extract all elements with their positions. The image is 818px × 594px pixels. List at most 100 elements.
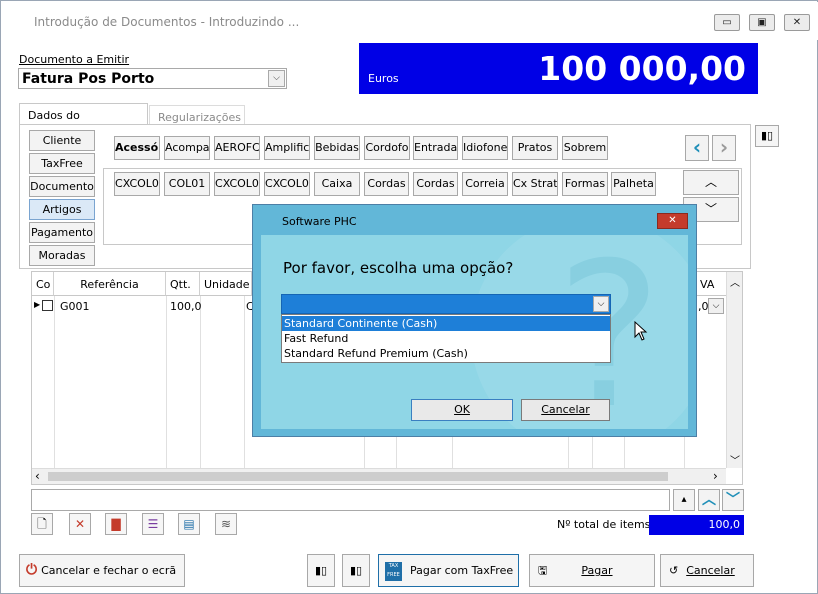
articles-scroll-up[interactable]: ︿	[683, 170, 739, 195]
category-acompanhamentos[interactable]: Acompa	[164, 136, 210, 160]
new-line-button[interactable]: 🗋	[31, 513, 53, 535]
items-total-value: 100,0	[649, 515, 744, 535]
cell-iva[interactable]: ,0	[698, 300, 709, 313]
total-amount: 100 000,00	[538, 49, 746, 88]
list-item[interactable]: Standard Continente (Cash)	[282, 316, 610, 331]
minimize-icon: ▭	[722, 17, 732, 28]
grid-line	[54, 296, 55, 468]
category-bebidas[interactable]: Bebidas	[314, 136, 360, 160]
article-correia[interactable]: Correia	[462, 172, 508, 196]
close-icon: ✕	[792, 17, 802, 28]
iva-dropdown-arrow[interactable]: ⌵	[708, 298, 724, 314]
list-item[interactable]: Fast Refund	[282, 331, 610, 346]
close-button[interactable]: ✕	[784, 14, 810, 31]
dialog-ok-button[interactable]: OK	[411, 399, 513, 421]
delete-all-button[interactable]: ▇	[105, 513, 127, 535]
category-acessorios[interactable]: Acessór	[114, 136, 160, 160]
cell-referencia[interactable]: G001	[60, 300, 90, 313]
category-amplificadores[interactable]: Amplific	[264, 136, 310, 160]
option-select[interactable]: ⌵	[281, 294, 611, 314]
list-button[interactable]: ☰	[142, 513, 164, 535]
article-cxcol-3[interactable]: CXCOL0	[264, 172, 310, 196]
line-notes-input[interactable]	[31, 489, 670, 511]
barcode-icon: ▮▯	[314, 564, 328, 577]
currency-label: Euros	[368, 72, 399, 85]
cliente-button[interactable]: Cliente	[29, 130, 95, 151]
title-bar: Introdução de Documentos - Introduzindo …	[2, 2, 818, 40]
barcode-button-1[interactable]: ▮▯	[307, 554, 335, 587]
article-cxcol-2[interactable]: CXCOL0	[214, 172, 260, 196]
article-palheta[interactable]: Palheta	[611, 172, 656, 196]
category-entradas[interactable]: Entrada	[413, 136, 458, 160]
pay-taxfree-button[interactable]: TAX FREE Pagar com TaxFree	[378, 554, 519, 587]
article-cxcol-1[interactable]: CXCOL0	[114, 172, 160, 196]
small-up-button[interactable]: ▴	[673, 489, 695, 511]
close-icon: ✕	[668, 215, 677, 226]
article-formas[interactable]: Formas	[562, 172, 608, 196]
minimize-button[interactable]: ▭	[714, 14, 740, 31]
maximize-button[interactable]: ▣	[749, 14, 775, 31]
grid-hscrollbar[interactable]: ‹ ›	[32, 468, 726, 484]
chevron-right-icon: ›	[719, 135, 729, 159]
article-cx-strat[interactable]: Cx Strat	[512, 172, 558, 196]
coins-icon: ≋	[220, 517, 232, 531]
barcode-button-2[interactable]: ▮▯	[342, 554, 370, 587]
coins-button[interactable]: ≋	[215, 513, 237, 535]
tab-dados-documento[interactable]: Dados do Documento	[19, 103, 148, 135]
article-cordas-2[interactable]: Cordas	[413, 172, 458, 196]
article-col01[interactable]: COL01	[164, 172, 210, 196]
chevron-down-icon: ﹀	[726, 492, 740, 508]
chevron-down-icon[interactable]: ⌵	[268, 70, 285, 87]
chevron-up-icon: ︿	[704, 175, 717, 189]
scroll-left-icon[interactable]: ‹	[35, 469, 40, 483]
cancel-button[interactable]: ↺ Cancelar	[660, 554, 754, 587]
scroll-up-icon[interactable]: ︿	[730, 274, 740, 289]
chevron-down-icon[interactable]: ⌵	[593, 296, 609, 312]
pay-button[interactable]: 🖫 Pagar	[529, 554, 655, 587]
total-panel: Euros 100 000,00	[359, 43, 758, 94]
row-pointer-icon: ▶	[34, 300, 41, 309]
category-aerofones[interactable]: AEROFC	[214, 136, 260, 160]
prev-page-button[interactable]: ‹	[685, 135, 709, 161]
category-pratos[interactable]: Pratos	[512, 136, 558, 160]
artigos-button[interactable]: Artigos	[29, 199, 95, 220]
col-header-qtt[interactable]: Qtt.	[166, 272, 200, 296]
scroll-down-icon[interactable]: ﹀	[730, 452, 740, 467]
row-checkbox[interactable]	[42, 300, 53, 311]
list-item[interactable]: Standard Refund Premium (Cash)	[282, 346, 610, 361]
col-header-co[interactable]: Co	[32, 272, 54, 296]
col-header-iva[interactable]: VA	[696, 272, 726, 296]
pagamento-button[interactable]: Pagamento	[29, 222, 95, 243]
col-header-unidade[interactable]: Unidade	[200, 272, 252, 296]
maximize-icon: ▣	[757, 17, 767, 28]
category-idiofones[interactable]: Idiofone	[462, 136, 508, 160]
tab-regularizacoes[interactable]: Regularizações	[149, 105, 245, 125]
documento-button[interactable]: Documento	[29, 176, 95, 197]
option-dialog: Software PHC ✕ ? Por favor, escolha uma …	[252, 204, 697, 437]
move-down-button[interactable]: ﹀	[722, 489, 744, 511]
barcode-reader-button[interactable]: ▮▯	[755, 125, 779, 147]
cancel-close-button[interactable]: ⏻ Cancelar e fechar o ecrã	[19, 554, 185, 587]
move-up-button[interactable]: ︿	[698, 489, 720, 511]
col-header-referencia[interactable]: Referência	[54, 272, 166, 296]
moradas-button[interactable]: Moradas	[29, 245, 95, 266]
delete-line-button[interactable]: ✕	[69, 513, 91, 535]
article-caixa[interactable]: Caixa	[314, 172, 360, 196]
taxfree-button[interactable]: TaxFree	[29, 153, 95, 174]
category-sobremesas[interactable]: Sobrem	[562, 136, 608, 160]
document-select[interactable]: Fatura Pos Porto ⌵	[18, 68, 287, 89]
new-document-icon: 🗋	[37, 517, 47, 531]
details-button[interactable]: ▤	[178, 513, 200, 535]
grid-vscrollbar[interactable]: ︿ ﹀	[726, 272, 742, 468]
dialog-cancel-button[interactable]: Cancelar	[521, 399, 610, 421]
document-label: Documento a Emitir	[19, 53, 130, 66]
scroll-right-icon[interactable]: ›	[713, 469, 718, 483]
article-cordas-1[interactable]: Cordas	[364, 172, 409, 196]
next-page-button[interactable]: ›	[712, 135, 736, 161]
scroll-thumb[interactable]	[48, 472, 668, 481]
details-icon: ▤	[183, 517, 195, 531]
dialog-title: Software PHC	[282, 215, 357, 228]
dialog-close-button[interactable]: ✕	[657, 213, 688, 229]
cell-qtt[interactable]: 100,0	[170, 300, 202, 313]
category-cordofones[interactable]: Cordofo	[364, 136, 410, 160]
